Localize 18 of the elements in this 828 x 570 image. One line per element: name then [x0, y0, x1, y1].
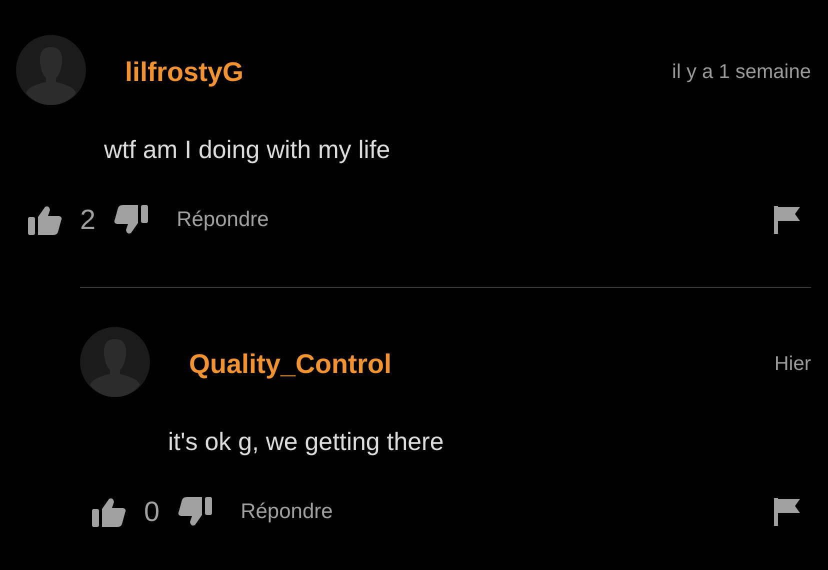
reply-button[interactable]: Répondre — [240, 500, 333, 524]
thumbs-down-icon[interactable] — [114, 205, 148, 235]
like-count: 0 — [144, 496, 160, 528]
username[interactable]: lilfrostyG — [125, 56, 244, 88]
comment-text: wtf am I doing with my life — [104, 135, 392, 165]
avatar-icon — [16, 35, 86, 105]
timestamp: Hier — [774, 352, 811, 376]
thumbs-up-icon[interactable] — [92, 497, 126, 527]
timestamp: il y a 1 semaine — [672, 60, 811, 84]
username[interactable]: Quality_Control — [189, 348, 392, 380]
flag-icon[interactable] — [774, 206, 800, 234]
flag-icon[interactable] — [774, 498, 800, 526]
thumbs-up-icon[interactable] — [28, 205, 62, 235]
like-count: 2 — [80, 204, 96, 236]
avatar-icon — [80, 327, 150, 397]
comment-text: it's ok g, we getting there — [168, 427, 445, 457]
reply-button[interactable]: Répondre — [176, 208, 269, 232]
thumbs-down-icon[interactable] — [178, 497, 212, 527]
